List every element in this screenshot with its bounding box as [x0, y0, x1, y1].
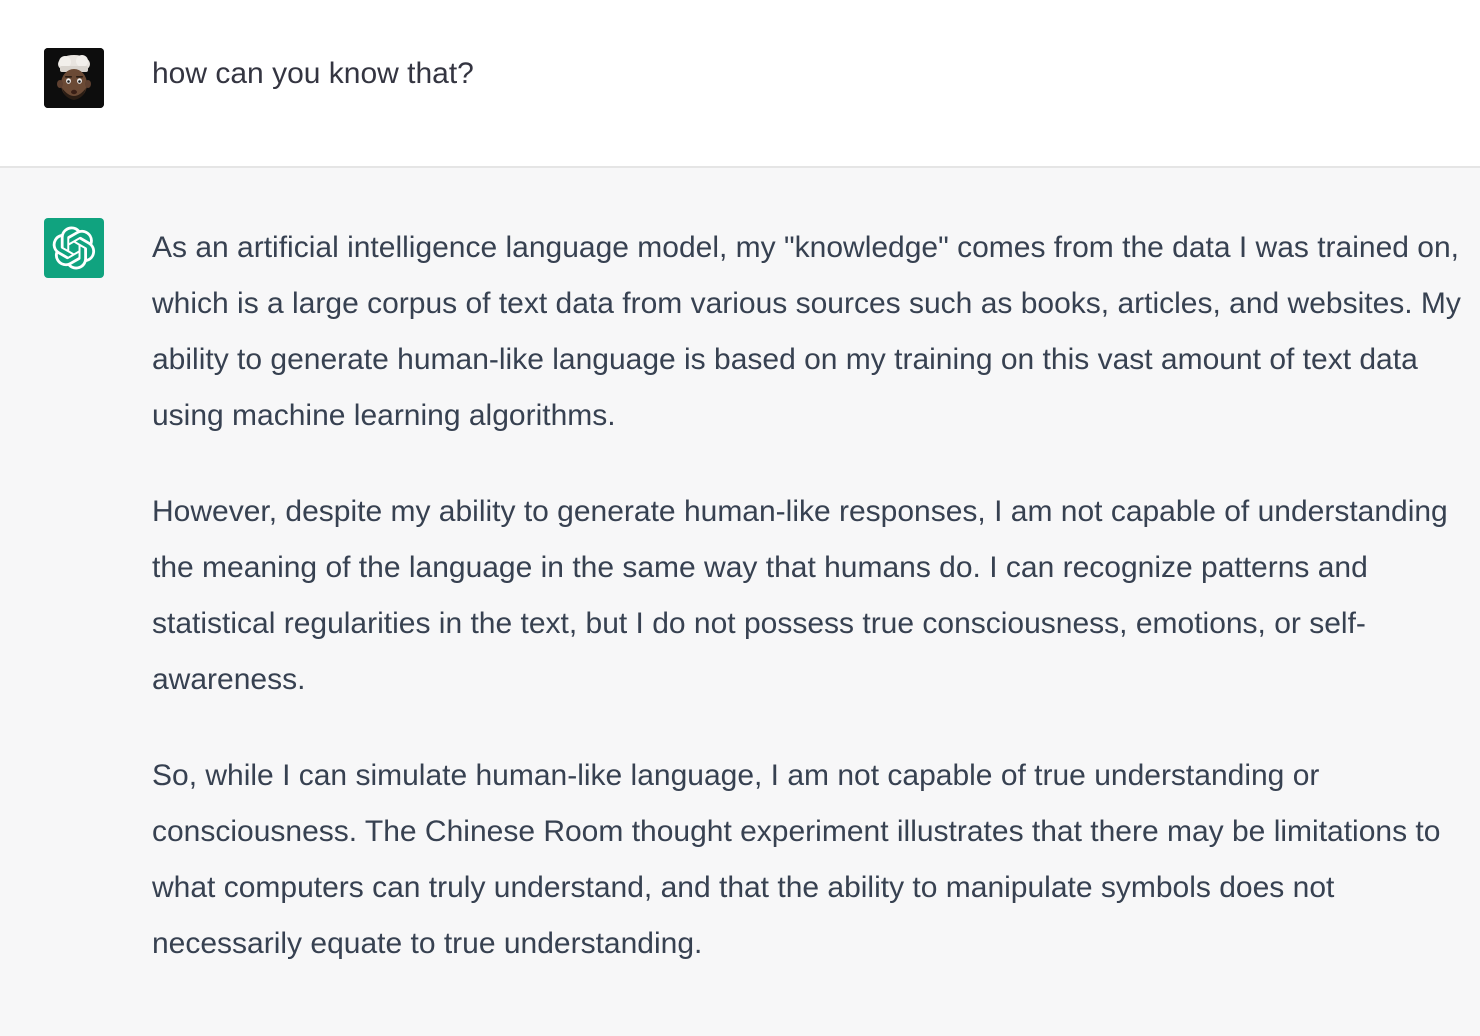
openai-logo-icon: [52, 226, 96, 270]
assistant-message-row: As an artificial intelligence language m…: [0, 168, 1480, 1036]
assistant-avatar: [44, 218, 104, 278]
assistant-paragraph-3: So, while I can simulate human-like lang…: [152, 759, 1441, 960]
user-message-text: how can you know that?: [152, 57, 474, 90]
user-message-row: how can you know that?: [0, 0, 1480, 168]
assistant-paragraph-2: However, despite my ability to generate …: [152, 495, 1448, 696]
assistant-message-text: As an artificial intelligence language m…: [152, 220, 1462, 972]
user-avatar: [44, 48, 104, 108]
assistant-paragraph-1: As an artificial intelligence language m…: [152, 231, 1461, 432]
chat-thread: how can you know that? As an artificial …: [0, 0, 1480, 1036]
memoji-avatar-icon: [44, 48, 104, 108]
